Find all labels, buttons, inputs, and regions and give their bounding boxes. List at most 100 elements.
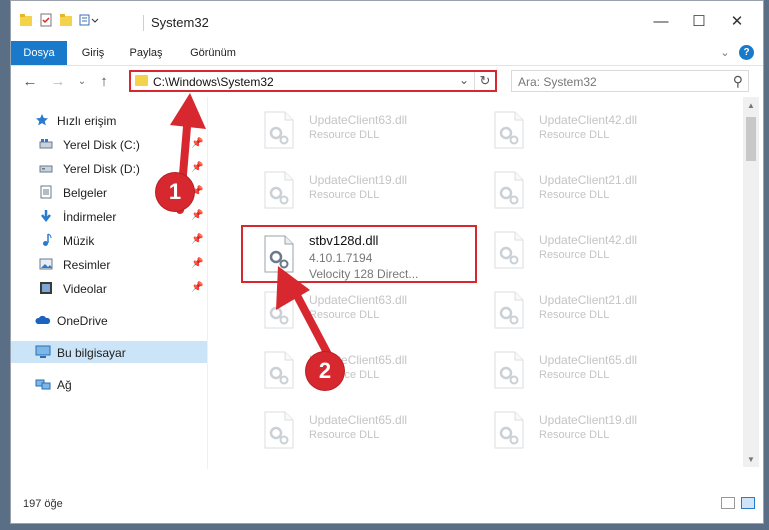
file-item[interactable]: UpdateClient21.dll Resource DLL [471, 161, 711, 217]
file-name: UpdateClient65.dll [539, 353, 638, 367]
folder-icon [135, 75, 148, 86]
window-title: System32 [151, 15, 209, 30]
expand-ribbon-button[interactable]: ⌄ [717, 41, 733, 65]
pin-icon: 📌 [191, 282, 204, 293]
scroll-up-icon[interactable]: ▲ [746, 101, 756, 110]
scroll-down-icon[interactable]: ▼ [746, 455, 756, 464]
forward-button[interactable]: → [49, 73, 67, 91]
file-name: UpdateClient42.dll [539, 113, 638, 127]
dll-file-icon [493, 111, 525, 149]
pin-icon: 📌 [191, 234, 204, 245]
file-description: Resource DLL [539, 249, 610, 261]
file-name: UpdateClient63.dll [309, 113, 408, 127]
sidebar-item-onedrive[interactable]: OneDrive [11, 309, 207, 331]
file-description: Resource DLL [309, 129, 380, 141]
maximize-button[interactable]: ☐ [681, 9, 717, 33]
file-item[interactable]: UpdateClient21.dll Resource DLL [471, 281, 711, 337]
tab-home[interactable]: Giriş [73, 41, 113, 65]
file-item[interactable]: UpdateClient65.dll Resource DLL [241, 401, 481, 457]
sidebar-item-label: Resimler [63, 258, 111, 272]
item-count: 197 öğe [23, 498, 63, 510]
sidebar-item-label: Yerel Disk (D:) [63, 162, 140, 176]
details-view-icon[interactable] [721, 497, 735, 509]
file-item[interactable]: UpdateClient42.dll Resource DLL [471, 101, 711, 157]
star-icon [36, 114, 48, 126]
sidebar-item-pictures[interactable]: Resimler 📌 [11, 253, 207, 275]
dll-file-icon [493, 351, 525, 389]
file-description: Resource DLL [309, 189, 380, 201]
dll-file-icon [263, 411, 295, 449]
large-icons-view-icon[interactable] [741, 497, 755, 509]
view-switcher [721, 497, 755, 509]
drive-icon [39, 139, 53, 149]
download-icon [41, 210, 51, 223]
dll-file-icon [493, 171, 525, 209]
explorer-window: System32 — ☐ ✕ Dosya Giriş Paylaş Görünü… [10, 0, 764, 524]
properties-icon[interactable] [39, 13, 53, 27]
dll-file-icon [493, 291, 525, 329]
network-icon [35, 379, 51, 390]
dll-file-icon [263, 111, 295, 149]
folder-icon[interactable] [19, 13, 33, 27]
document-icon [40, 185, 52, 199]
file-name: UpdateClient65.dll [309, 413, 408, 427]
cloud-icon [35, 315, 51, 324]
sidebar-item-label: Yerel Disk (C:) [63, 138, 140, 152]
dll-file-icon [493, 411, 525, 449]
file-item[interactable]: UpdateClient19.dll Resource DLL [471, 401, 711, 457]
file-item[interactable]: UpdateClient63.dll Resource DLL [241, 101, 481, 157]
dll-file-icon [263, 171, 295, 209]
sidebar-item-label: OneDrive [57, 314, 108, 328]
video-icon [40, 282, 52, 294]
pin-icon: 📌 [191, 258, 204, 269]
sidebar-item-label: Videolar [63, 282, 107, 296]
sidebar-item-this-pc[interactable]: Bu bilgisayar [11, 341, 207, 363]
search-placeholder: Ara: System32 [518, 75, 597, 89]
tab-share[interactable]: Paylaş [123, 41, 169, 65]
scroll-thumb[interactable] [746, 117, 756, 161]
computer-icon [35, 345, 51, 358]
sidebar-item-label: İndirmeler [63, 210, 117, 224]
sidebar-item-music[interactable]: Müzik 📌 [11, 229, 207, 251]
new-folder-icon[interactable] [59, 13, 73, 27]
file-description: Resource DLL [539, 129, 610, 141]
title-bar: System32 — ☐ ✕ [11, 1, 763, 41]
quick-access-toolbar [19, 13, 99, 27]
vertical-scrollbar[interactable]: ▲ ▼ [743, 97, 759, 467]
sidebar-item-videos[interactable]: Videolar 📌 [11, 277, 207, 299]
status-bar: 197 öğe [11, 493, 763, 517]
up-button[interactable]: ↑ [95, 73, 113, 91]
minimize-button[interactable]: — [643, 9, 679, 33]
tab-file[interactable]: Dosya [11, 41, 67, 65]
pictures-icon [39, 258, 53, 270]
file-item[interactable]: UpdateClient65.dll Resource DLL [471, 341, 711, 397]
refresh-button[interactable]: ↻ [474, 72, 495, 90]
file-description: Resource DLL [539, 369, 610, 381]
annotation-badge-1: 1 [156, 173, 194, 211]
sidebar-item-network[interactable]: Ağ [11, 373, 207, 395]
sidebar-item-label: Belgeler [63, 186, 108, 200]
help-button[interactable]: ? [739, 45, 754, 60]
navigation-bar: ← → ⌄ ↑ C:\Windows\System32 ⌄ ↻ Ara: Sys… [11, 67, 763, 97]
title-separator [143, 15, 144, 31]
search-input[interactable]: Ara: System32 ⚲ [511, 70, 749, 92]
music-icon [43, 233, 52, 246]
close-button[interactable]: ✕ [719, 9, 755, 33]
tab-view[interactable]: Görünüm [183, 41, 243, 65]
recent-locations-button[interactable]: ⌄ [73, 73, 91, 91]
file-item[interactable]: UpdateClient19.dll Resource DLL [241, 161, 481, 217]
sidebar-item-label: Müzik [63, 234, 95, 248]
annotation-badge-2: 2 [306, 352, 344, 390]
back-button[interactable]: ← [21, 73, 39, 91]
file-name: UpdateClient19.dll [539, 413, 638, 427]
sidebar-item-label: Hızlı erişim [57, 114, 117, 128]
file-item[interactable]: UpdateClient42.dll Resource DLL [471, 221, 711, 277]
drive-icon [39, 165, 53, 173]
file-description: Resource DLL [539, 189, 610, 201]
file-name: stbv128d.dll [309, 233, 379, 248]
sidebar-item-label: Bu bilgisayar [57, 346, 126, 360]
customize-toolbar-icon[interactable] [79, 13, 99, 27]
file-description: Resource DLL [539, 429, 610, 441]
file-name: UpdateClient21.dll [539, 293, 638, 307]
chevron-down-icon[interactable]: ⌄ [459, 73, 469, 87]
